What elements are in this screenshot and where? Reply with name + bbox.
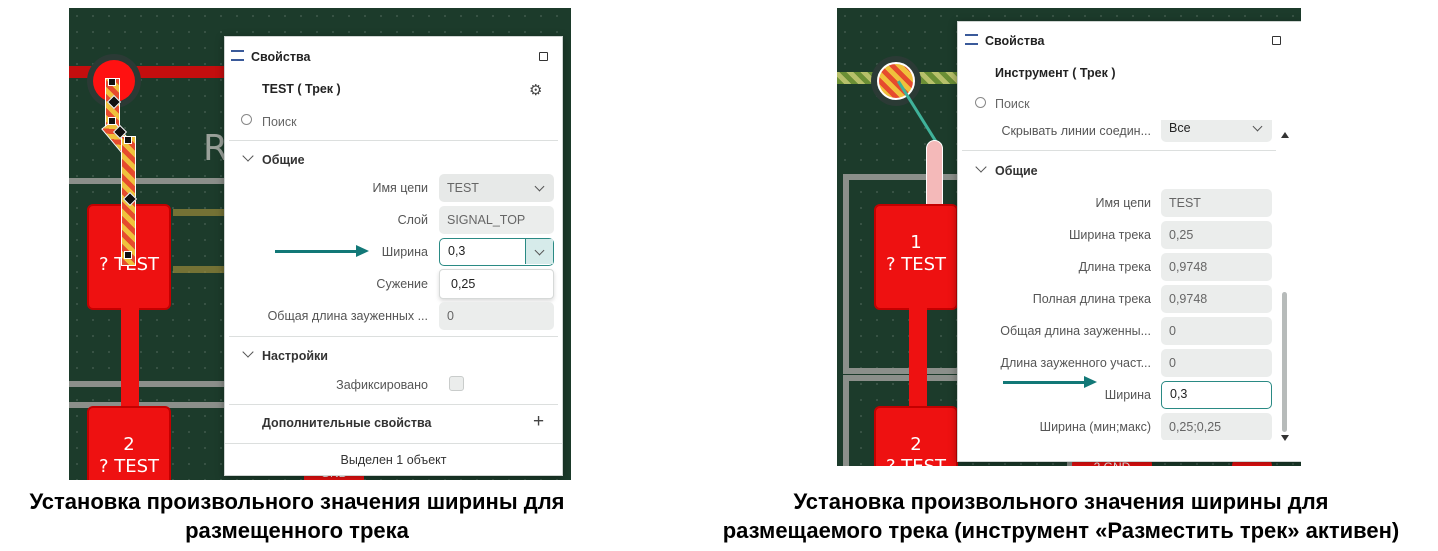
left-callout-arrow: [275, 245, 369, 257]
panel-title: Свойства: [251, 50, 311, 64]
gear-icon[interactable]: ⚙: [529, 81, 542, 99]
hide-lines-value: Все: [1169, 121, 1191, 135]
row-label-total-taper-length: Общая длина зауженных ...: [267, 309, 428, 323]
pad-2-net: ? TEST: [98, 456, 160, 477]
pad-link-track: [909, 308, 927, 418]
width-combobox[interactable]: 0,3: [439, 238, 554, 266]
layer-field: SIGNAL_TOP: [439, 206, 554, 234]
fixed-checkbox[interactable]: [449, 376, 464, 391]
scrollbar-thumb[interactable]: [1282, 292, 1287, 432]
row-label-hide-lines: Скрывать линии соедин...: [1001, 124, 1151, 138]
scroll-down-arrow[interactable]: [1281, 435, 1289, 441]
pad-1-net: ? TEST: [885, 254, 947, 275]
right-callout-arrow: [1003, 376, 1097, 388]
taper-segment-length-field: 0: [1161, 349, 1272, 377]
row-label-track-length: Длина трека: [1078, 260, 1151, 274]
left-pcb-canvas[interactable]: R 1 ? TEST 2 ? TEST GND Свойства TEST ( …: [69, 8, 571, 480]
chevron-down-icon[interactable]: [242, 150, 254, 162]
pad-2-net: ? TEST: [886, 456, 946, 466]
chevron-down-icon: [534, 181, 545, 192]
row-label-track-width: Ширина трека: [1068, 228, 1151, 242]
object-title: Инструмент ( Трек ): [995, 66, 1116, 80]
scroll-region[interactable]: Скрывать линии соедин... Все Общие Имя ц…: [958, 120, 1301, 440]
section-settings[interactable]: Настройки: [262, 349, 328, 363]
row-label-width-min-max: Ширина (мин;макс): [1039, 420, 1151, 434]
pad-2[interactable]: 2 ? TEST: [874, 406, 958, 466]
left-caption-line1: Установка произвольного значения ширины …: [29, 489, 565, 514]
net-name-select[interactable]: TEST: [439, 174, 554, 202]
panel-title: Свойства: [985, 34, 1045, 48]
pad-link-track: [121, 308, 139, 418]
row-label-taper-segment-length: Длина зауженного участ...: [1000, 356, 1151, 370]
track-handle[interactable]: [108, 117, 116, 125]
total-taper-length-field: 0: [439, 302, 554, 330]
section-general[interactable]: Общие: [262, 153, 305, 167]
pad-1-number: 1: [910, 232, 922, 253]
additional-properties[interactable]: Дополнительные свойства: [262, 416, 431, 430]
search-input[interactable]: Поиск: [995, 97, 1030, 111]
right-caption-line2: размещаемого трека (инструмент «Размести…: [722, 518, 1400, 543]
track-handle[interactable]: [124, 251, 132, 259]
search-icon: [241, 114, 252, 125]
dropdown-option-value: 0,25: [451, 277, 476, 291]
search-input[interactable]: Поиск: [262, 115, 297, 129]
row-label-taper: Сужение: [376, 277, 428, 291]
right-caption: Установка произвольного значения ширины …: [686, 487, 1436, 545]
properties-icon: [965, 34, 978, 45]
search-icon: [975, 97, 986, 108]
row-label-layer: Слой: [397, 213, 428, 227]
row-label-net-name: Имя цепи: [1095, 196, 1151, 210]
divider: [229, 336, 558, 337]
net-name-field: TEST: [1161, 189, 1272, 217]
chevron-down-icon[interactable]: [975, 161, 987, 173]
track-preview: [926, 140, 943, 212]
plus-icon[interactable]: +: [533, 411, 544, 433]
row-label-width: Ширина: [1104, 388, 1151, 402]
pad-2[interactable]: 2 ? TEST: [87, 406, 171, 480]
track-handle[interactable]: [124, 136, 132, 144]
width-value: 0,3: [448, 244, 466, 258]
scroll-up-arrow[interactable]: [1281, 132, 1289, 138]
row-label-net-name: Имя цепи: [372, 181, 428, 195]
hide-lines-select[interactable]: Все: [1161, 120, 1272, 142]
maximize-icon[interactable]: [539, 52, 548, 61]
divider: [229, 140, 558, 141]
via-selected[interactable]: [877, 62, 915, 100]
net-name-value: TEST: [447, 181, 479, 195]
divider: [962, 150, 1276, 151]
pad-2-number: 2: [123, 434, 135, 455]
fixed-label: Зафиксировано: [336, 378, 428, 392]
right-pcb-canvas[interactable]: 1 ? TEST 2 ? TEST 2 GND Свойства Инструм…: [837, 8, 1301, 466]
total-taper-length-field: 0: [1161, 317, 1272, 345]
object-title: TEST ( Трек ): [262, 82, 341, 96]
width-input[interactable]: 0,3: [1161, 381, 1272, 409]
width-dropdown-option[interactable]: 0,25: [439, 269, 554, 299]
row-label-full-track-length: Полная длина трека: [1032, 292, 1151, 306]
maximize-icon[interactable]: [1272, 36, 1281, 45]
pad-2-number: 2: [910, 434, 922, 455]
properties-panel: Свойства TEST ( Трек ) ⚙ Поиск Общие Имя…: [224, 36, 563, 476]
track-length-field: 0,9748: [1161, 253, 1272, 281]
pad-1[interactable]: 1 ? TEST: [874, 204, 958, 310]
properties-icon: [231, 50, 244, 61]
width-min-max-field: 0,25;0,25: [1161, 413, 1272, 440]
row-label-total-taper-length: Общая длина зауженны...: [1000, 324, 1151, 338]
track-handle[interactable]: [108, 78, 116, 86]
full-track-length-field: 0,9748: [1161, 285, 1272, 313]
tool-properties-panel: Свойства Инструмент ( Трек ) Поиск Скрыв…: [957, 21, 1301, 462]
selection-status: Выделен 1 объект: [340, 453, 447, 467]
chevron-down-icon: [1252, 121, 1263, 132]
section-general[interactable]: Общие: [995, 164, 1038, 178]
chevron-down-icon[interactable]: [242, 346, 254, 358]
divider: [225, 443, 562, 444]
right-caption-line1: Установка произвольного значения ширины …: [793, 489, 1329, 514]
divider: [229, 404, 558, 405]
left-caption-line2: размещенного трека: [185, 518, 409, 543]
track-width-field: 0,25: [1161, 221, 1272, 249]
left-caption: Установка произвольного значения ширины …: [0, 487, 594, 545]
